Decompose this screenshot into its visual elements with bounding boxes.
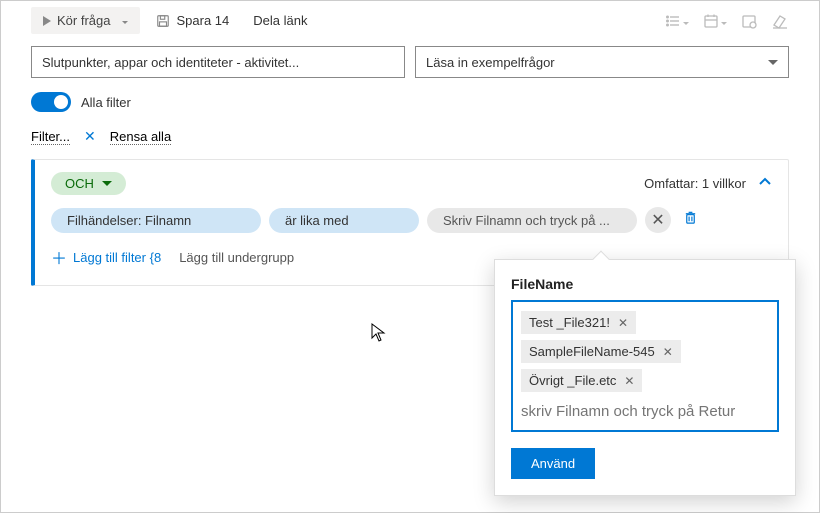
value-pill[interactable]: Skriv Filnamn och tryck på ... [427, 208, 637, 233]
delete-icon[interactable] [679, 210, 702, 230]
toolbar: Kör fråga Spara 14 Dela länk [1, 1, 819, 40]
add-filter-label: Lägg till filter {8 [73, 250, 161, 265]
operator-pill[interactable]: är lika med [269, 208, 419, 233]
share-link-button[interactable]: Dela länk [245, 7, 315, 34]
run-label: Kör fråga [57, 13, 110, 28]
condition-row: Filhändelser: Filnamn är lika med Skriv … [51, 207, 772, 233]
share-label: Dela länk [253, 13, 307, 28]
list-view-icon[interactable] [665, 13, 689, 29]
clear-all-link[interactable]: Rensa alla [110, 129, 171, 145]
examples-label: Läsa in exempelfrågor [426, 55, 555, 70]
toggle-label: Alla filter [81, 95, 131, 110]
save-button[interactable]: Spara 14 [148, 7, 237, 34]
tag-chip: Test _File321! ✕ [521, 311, 636, 334]
collapse-icon[interactable] [758, 175, 772, 192]
tag-label: SampleFileName-545 [529, 344, 655, 359]
tag-chip: Övrigt _File.etc ✕ [521, 369, 642, 392]
remove-tag-icon[interactable]: ✕ [624, 374, 634, 388]
run-query-button[interactable]: Kör fråga [31, 7, 140, 34]
plus-icon: ＋ [51, 245, 67, 269]
card-header: OCH Omfattar: 1 villkor [51, 172, 772, 195]
remove-tag-icon[interactable]: ✕ [663, 345, 673, 359]
popup-title: FileName [511, 276, 779, 292]
filename-popup: FileName Test _File321! ✕ SampleFileName… [494, 259, 796, 496]
chevron-down-icon [122, 21, 128, 24]
cursor-icon [371, 323, 387, 343]
tag-label: Test _File321! [529, 315, 610, 330]
endpoints-input[interactable] [31, 46, 405, 78]
query-inputs-row: Läsa in exempelfrågor [1, 40, 819, 84]
chevron-down-icon [768, 60, 778, 65]
tags-input-box[interactable]: Test _File321! ✕ SampleFileName-545 ✕ Öv… [511, 300, 779, 432]
tag-label: Övrigt _File.etc [529, 373, 616, 388]
play-icon [43, 16, 51, 26]
close-icon[interactable]: ✕ [84, 128, 96, 145]
toggle-knob [54, 95, 68, 109]
filter-link[interactable]: Filter... [31, 129, 70, 145]
scope-label: Omfattar: 1 villkor [644, 176, 746, 191]
all-filters-toggle[interactable] [31, 92, 71, 112]
clear-icon[interactable] [771, 13, 789, 29]
chevron-down-icon [102, 181, 112, 186]
apply-button[interactable]: Använd [511, 448, 595, 479]
save-icon [156, 14, 170, 28]
and-label: OCH [65, 176, 94, 191]
add-subgroup-link[interactable]: Lägg till undergrupp [179, 250, 294, 265]
field-pill[interactable]: Filhändelser: Filnamn [51, 208, 261, 233]
filter-links-row: Filter... ✕ Rensa alla [1, 120, 819, 159]
tag-chip: SampleFileName-545 ✕ [521, 340, 681, 363]
load-examples-select[interactable]: Läsa in exempelfrågor [415, 46, 789, 78]
filename-input[interactable] [519, 399, 771, 424]
toggle-row: Alla filter [1, 84, 819, 120]
calendar-icon[interactable] [703, 13, 727, 29]
view-options [665, 13, 799, 29]
remove-tag-icon[interactable]: ✕ [618, 316, 628, 330]
remove-condition-button[interactable]: ✕ [645, 207, 671, 233]
settings-icon[interactable] [741, 13, 757, 29]
logic-operator-pill[interactable]: OCH [51, 172, 126, 195]
save-label: Spara 14 [176, 13, 229, 28]
add-filter-link[interactable]: ＋ Lägg till filter {8 [51, 245, 161, 269]
